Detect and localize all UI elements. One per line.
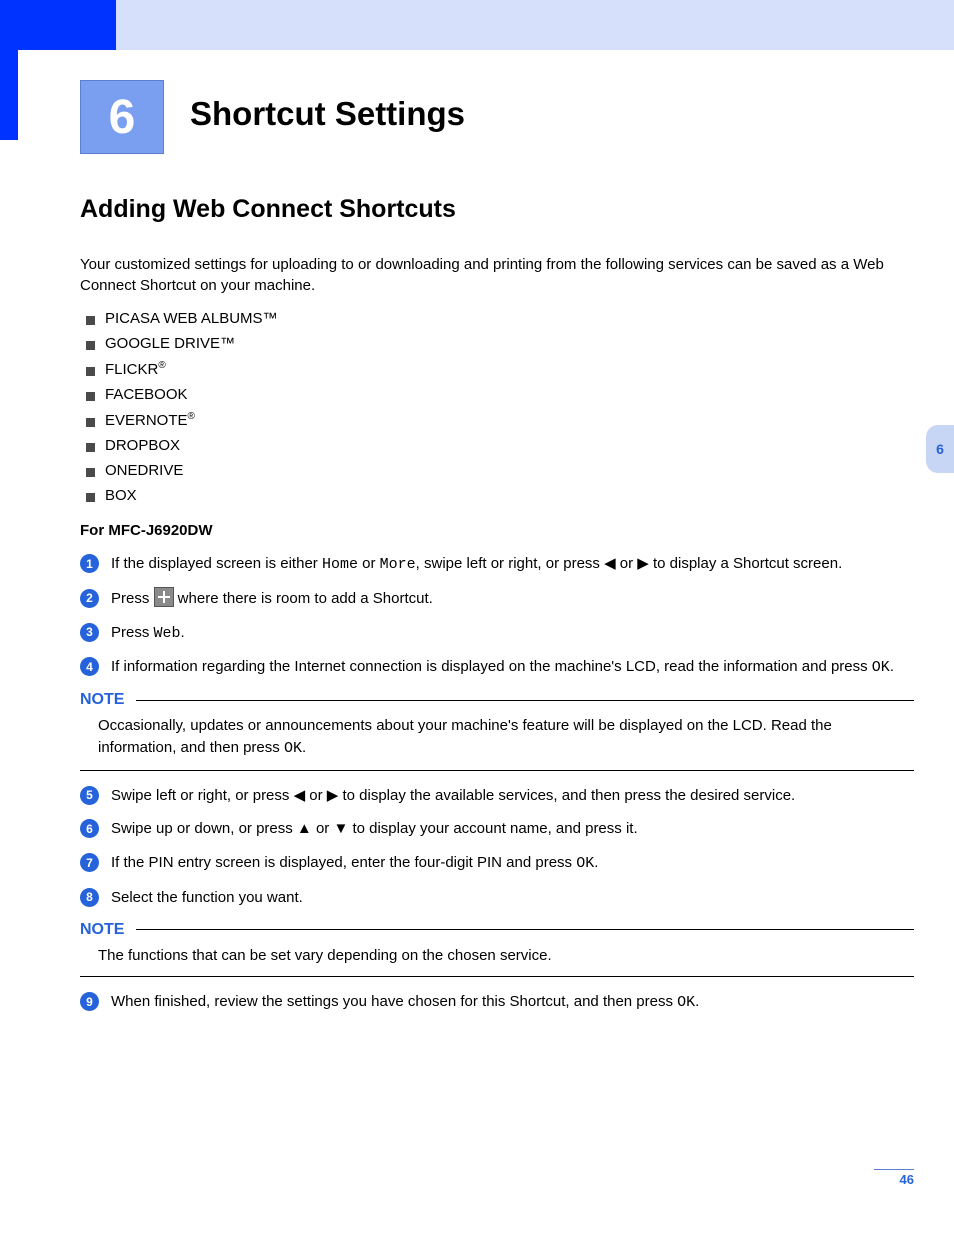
service-name: FACEBOOK xyxy=(105,386,188,403)
step-number-badge: 8 xyxy=(80,888,99,907)
step-number-badge: 4 xyxy=(80,657,99,676)
header-accent-light xyxy=(116,0,954,50)
service-item: BOX xyxy=(86,487,914,504)
square-bullet-icon xyxy=(86,418,95,427)
services-list: PICASA WEB ALBUMS™ GOOGLE DRIVE™ FLICKR®… xyxy=(80,310,914,504)
thumb-index-number: 6 xyxy=(936,441,944,457)
chapter-number-badge: 6 xyxy=(80,80,164,154)
step-text: If information regarding the Internet co… xyxy=(111,656,914,679)
step-number-badge: 9 xyxy=(80,992,99,1011)
plus-icon xyxy=(154,587,174,607)
thumb-index-tab: 6 xyxy=(926,425,954,473)
note-label: NOTE xyxy=(80,691,124,709)
step-9: 9 When finished, review the settings you… xyxy=(80,991,914,1014)
step-text: Swipe up or down, or press ▲ or ▼ to dis… xyxy=(111,818,914,840)
divider xyxy=(80,976,914,977)
service-item: EVERNOTE® xyxy=(86,411,914,429)
step-number-badge: 3 xyxy=(80,623,99,642)
divider xyxy=(136,700,914,701)
step-number-badge: 6 xyxy=(80,819,99,838)
service-item: GOOGLE DRIVE™ xyxy=(86,335,914,352)
note-block: NOTE Occasionally, updates or announceme… xyxy=(80,691,914,771)
step-number-badge: 2 xyxy=(80,589,99,608)
step-text: If the PIN entry screen is displayed, en… xyxy=(111,852,914,875)
step-text: Press Web. xyxy=(111,622,914,645)
step-5: 5 Swipe left or right, or press ◀ or ▶ t… xyxy=(80,785,914,807)
square-bullet-icon xyxy=(86,392,95,401)
step-number-badge: 1 xyxy=(80,554,99,573)
step-6: 6 Swipe up or down, or press ▲ or ▼ to d… xyxy=(80,818,914,840)
square-bullet-icon xyxy=(86,493,95,502)
square-bullet-icon xyxy=(86,316,95,325)
step-number-badge: 7 xyxy=(80,853,99,872)
step-4: 4 If information regarding the Internet … xyxy=(80,656,914,679)
service-item: PICASA WEB ALBUMS™ xyxy=(86,310,914,327)
step-text: When finished, review the settings you h… xyxy=(111,991,914,1014)
service-name: PICASA WEB ALBUMS™ xyxy=(105,310,278,327)
service-name: BOX xyxy=(105,487,137,504)
square-bullet-icon xyxy=(86,367,95,376)
divider xyxy=(136,929,914,930)
step-text: Swipe left or right, or press ◀ or ▶ to … xyxy=(111,785,914,807)
page-number: 46 xyxy=(874,1169,914,1187)
divider xyxy=(80,770,914,771)
service-item: DROPBOX xyxy=(86,437,914,454)
model-heading: For MFC-J6920DW xyxy=(80,522,914,539)
note-label: NOTE xyxy=(80,921,124,939)
service-name: EVERNOTE® xyxy=(105,411,195,429)
square-bullet-icon xyxy=(86,341,95,350)
note-text: The functions that can be set vary depen… xyxy=(98,945,914,967)
step-text: If the displayed screen is either Home o… xyxy=(111,553,914,576)
step-7: 7 If the PIN entry screen is displayed, … xyxy=(80,852,914,875)
note-block: NOTE The functions that can be set vary … xyxy=(80,921,914,978)
header-accent-dark xyxy=(0,0,116,50)
note-text: Occasionally, updates or announcements a… xyxy=(98,715,914,760)
square-bullet-icon xyxy=(86,468,95,477)
service-item: FLICKR® xyxy=(86,360,914,378)
page-content: Adding Web Connect Shortcuts Your custom… xyxy=(80,195,914,1026)
step-1: 1 If the displayed screen is either Home… xyxy=(80,553,914,576)
side-accent xyxy=(0,50,18,140)
service-item: FACEBOOK xyxy=(86,386,914,403)
intro-paragraph: Your customized settings for uploading t… xyxy=(80,254,914,296)
service-name: ONEDRIVE xyxy=(105,462,183,479)
service-name: DROPBOX xyxy=(105,437,180,454)
chapter-number: 6 xyxy=(109,90,136,145)
service-item: ONEDRIVE xyxy=(86,462,914,479)
step-text: Press where there is room to add a Short… xyxy=(111,588,914,610)
step-text: Select the function you want. xyxy=(111,887,914,909)
service-name: GOOGLE DRIVE™ xyxy=(105,335,235,352)
step-2: 2 Press where there is room to add a Sho… xyxy=(80,588,914,610)
step-3: 3 Press Web. xyxy=(80,622,914,645)
section-heading: Adding Web Connect Shortcuts xyxy=(80,195,914,224)
service-name: FLICKR® xyxy=(105,360,166,378)
header-bar xyxy=(0,0,954,50)
square-bullet-icon xyxy=(86,443,95,452)
chapter-title: Shortcut Settings xyxy=(190,95,465,133)
step-8: 8 Select the function you want. xyxy=(80,887,914,909)
step-number-badge: 5 xyxy=(80,786,99,805)
